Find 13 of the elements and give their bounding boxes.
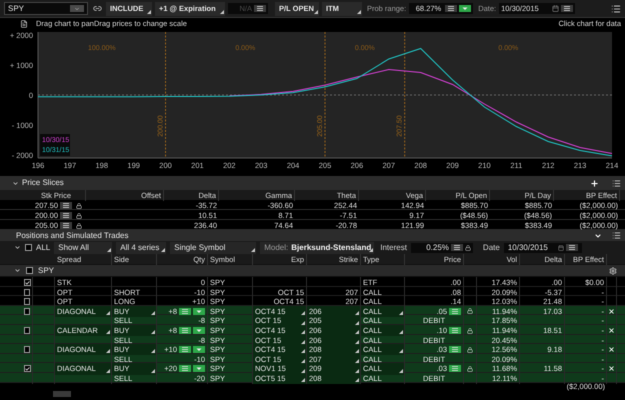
interest-field[interactable]: 0.25% [410,242,473,252]
series-dropdown[interactable]: All 4 series [116,242,166,254]
section-title[interactable]: Positions and Simulated Trades [16,230,129,242]
group-label[interactable]: SPY [38,264,54,276]
interest-label: Interest [380,242,407,254]
all-label: ALL [36,242,50,254]
section-title[interactable]: Price Slices [22,177,64,189]
show-dropdown[interactable]: Show All [54,242,112,254]
symbol-mode-dropdown[interactable]: Single Symbol [170,242,256,254]
date-field[interactable]: 10/30/2015 [504,242,582,252]
symbol-dropdown[interactable]: SPY [4,2,88,15]
date-label: Date [482,242,500,254]
model-dropdown[interactable]: Model: Bjerksund-Stensland [260,242,374,254]
